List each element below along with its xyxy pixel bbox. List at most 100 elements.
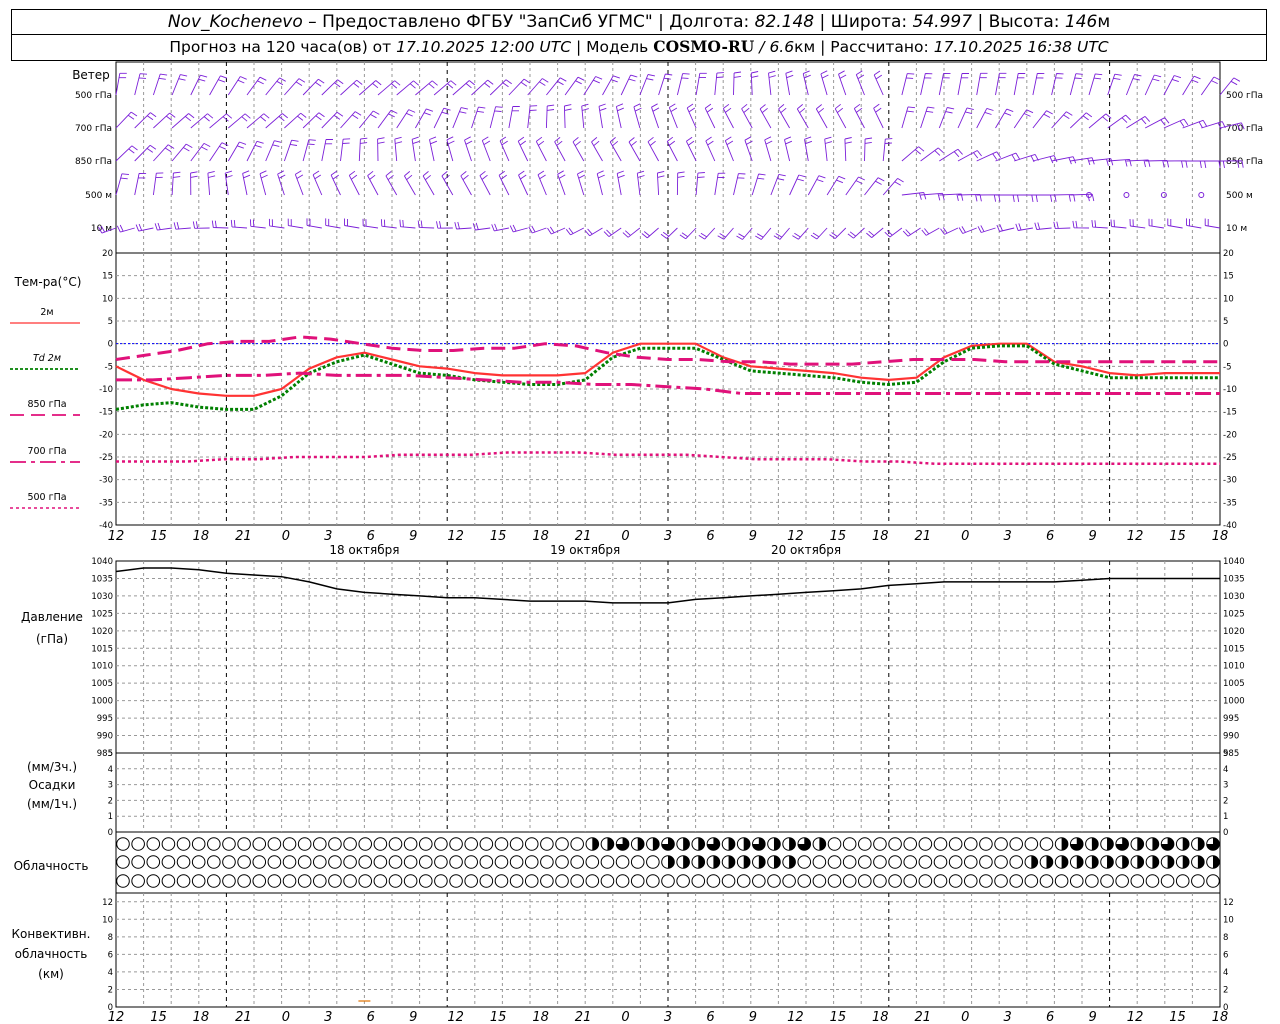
cloud-cover-circle — [1039, 837, 1054, 851]
cloud-cover-fill — [668, 855, 675, 869]
cloud-cover-circle — [161, 837, 176, 851]
cloud-cover-circle — [237, 837, 251, 851]
wind-barb — [135, 223, 154, 232]
wind-barb-stroke — [152, 73, 168, 96]
cloud-cover-fill — [1137, 837, 1144, 851]
wind-barb-stroke — [171, 171, 181, 196]
wind-barb — [344, 218, 360, 229]
wind-barb — [704, 103, 716, 129]
cloud-cover-circle — [313, 837, 327, 851]
wind-barb-stroke — [498, 170, 510, 196]
temp-right-tick-label: -5 — [1223, 362, 1231, 372]
wind-barb — [394, 136, 403, 162]
wind-barb — [751, 173, 766, 196]
wind-barb — [246, 113, 270, 129]
wind-barb — [294, 170, 304, 196]
wind-barb-stroke — [246, 76, 267, 96]
wind-barb — [1034, 222, 1052, 230]
precip-left-tick-label: 5 — [108, 749, 113, 759]
cloud-cover-circle — [1145, 874, 1160, 888]
wind-barb-stroke — [755, 227, 772, 240]
time-tick-label-bottom: 6 — [706, 1010, 714, 1024]
precip-left-tick-label: 3 — [108, 781, 113, 791]
wind-barb-stroke — [733, 71, 742, 96]
cloud-cover-circle — [252, 855, 267, 869]
wind-barb — [764, 136, 773, 162]
wind-barb-stroke — [340, 79, 363, 96]
cloud-cover-fill — [1046, 855, 1053, 869]
conv-left-tick-label: 4 — [108, 968, 113, 978]
cloud-cover-circle — [418, 837, 433, 851]
wind-barb — [976, 107, 994, 129]
date-label: 19 октября — [550, 543, 620, 557]
wind-barb-stroke — [135, 223, 154, 232]
wind-barb-stroke — [784, 136, 793, 162]
wind-barb-stroke — [1051, 111, 1073, 129]
cloud-cover-circle — [373, 874, 388, 888]
wind-barb — [1032, 110, 1053, 129]
wind-barb — [717, 227, 734, 240]
precip-right-tick-label: 2 — [1223, 796, 1228, 806]
wind-barb-stroke — [460, 171, 472, 196]
wind-barb — [171, 171, 181, 196]
wind-barb — [622, 227, 641, 238]
wind-barb-stroke — [472, 222, 491, 231]
wind-barb-stroke — [724, 136, 734, 162]
wind-barb-stroke — [1144, 74, 1162, 96]
temp-left-tick-label: -15 — [99, 408, 113, 418]
cloud-cover-circle — [509, 874, 524, 888]
wind-barb-stroke — [1088, 73, 1103, 96]
time-tick-label-bottom: 15 — [490, 1010, 507, 1024]
cloud-cover-circle — [434, 874, 448, 888]
wind-barb — [415, 108, 434, 129]
wind-barb-stroke — [1148, 218, 1164, 229]
wind-barb-stroke — [764, 136, 773, 162]
wind-barb — [464, 136, 473, 162]
cloud-cover-circle — [842, 874, 857, 888]
wind-barb — [873, 70, 884, 96]
wind-barb-stroke — [847, 227, 865, 239]
wind-barb-stroke — [499, 136, 510, 162]
wind-barb — [609, 137, 622, 162]
wind-barb-stroke — [820, 70, 829, 96]
wind-barb-stroke — [173, 221, 191, 230]
wind-barb-stroke — [171, 74, 188, 96]
cloud-cover-circle — [1054, 874, 1069, 888]
wind-barb — [340, 79, 363, 96]
wind-barb — [460, 171, 472, 196]
wind-barb-stroke — [545, 104, 555, 129]
cloud-cover-circle — [948, 837, 963, 851]
wind-barb-stroke — [938, 72, 951, 96]
time-tick-label-bottom: 15 — [150, 1010, 167, 1024]
wind-barb — [265, 140, 282, 162]
date-label: 20 октября — [771, 543, 841, 557]
wind-barb — [452, 80, 475, 96]
wind-barb — [134, 172, 147, 196]
cloud-cover-circle — [979, 855, 993, 869]
wind-barb-stroke — [921, 227, 940, 236]
wind-barb-stroke — [976, 151, 1002, 162]
wind-barb-stroke — [796, 104, 809, 129]
wind-barb-stroke — [452, 107, 468, 129]
cloud-cover-circle — [918, 837, 933, 851]
cloud-cover-circle — [146, 837, 161, 851]
wind-barb-stroke — [358, 137, 368, 162]
wind-barb-stroke — [116, 224, 135, 233]
wind-barb-stroke — [396, 109, 416, 129]
cloud-cover-circle — [524, 837, 539, 851]
wind-barb — [977, 225, 996, 233]
cloud-cover-circle — [358, 874, 373, 888]
precip-left-tick-label: 4 — [108, 765, 113, 775]
wind-barb — [695, 172, 705, 196]
cloud-cover-fill — [1076, 855, 1084, 869]
wind-barb — [615, 103, 624, 129]
cloud-cover-fill — [1152, 855, 1159, 869]
wind-barb — [246, 140, 264, 162]
wind-barb — [1107, 158, 1132, 167]
wind-barb — [479, 170, 491, 196]
wind-barb — [940, 227, 959, 235]
wind-barb-stroke — [641, 227, 659, 239]
wind-barb-stroke — [957, 72, 970, 96]
pressure-right-tick-label: 1005 — [1223, 679, 1245, 689]
wind-barb-stroke — [565, 227, 585, 236]
